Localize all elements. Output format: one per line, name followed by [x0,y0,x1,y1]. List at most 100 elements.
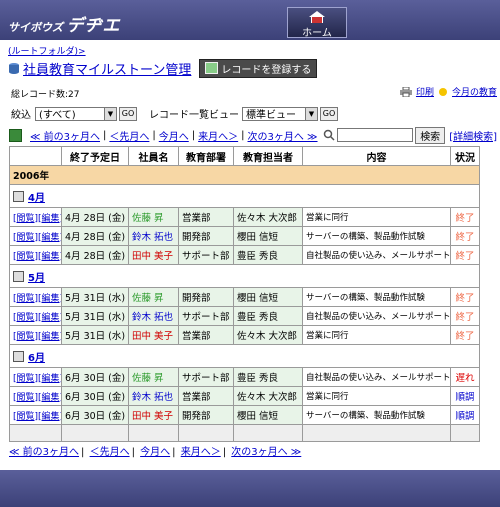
content-cell: サーバーの構築、製品動作試験 [302,405,451,425]
employee-name: 佐藤 昇 [132,373,164,384]
row-actions: [閲覧][編集] [9,306,62,326]
col-status[interactable]: 状況 [450,146,480,166]
due-date-cell: 4月 28日 (金) [61,207,129,227]
year-row: 2006年 [9,165,480,185]
table-row: [閲覧][編集] 5月 31日 (水) 鈴木 拓也 サポート部 豊臣 秀良 自社製品の使い… [9,306,480,326]
nav-prev3[interactable]: ≪ 前の3ヶ月へ [30,128,100,143]
edit-link[interactable]: [編集] [38,393,60,403]
row-actions: [閲覧][編集] [9,207,62,227]
employee-name: 田中 美子 [132,411,174,422]
view-link[interactable]: [閲覧] [13,233,38,243]
content-cell: 営業に同行 [302,325,451,345]
status-badge: 終了 [450,207,480,227]
month-label[interactable]: 5月 [28,273,45,284]
filter-select[interactable]: (すべて) ▼ [35,106,117,121]
due-date-cell: 5月 31日 (水) [61,325,129,345]
view-link[interactable]: [閲覧] [13,412,38,422]
print-link[interactable]: 印刷 [416,85,434,98]
edit-link[interactable]: [編集] [38,412,60,422]
database-icon [9,62,19,74]
table-row: [閲覧][編集] 5月 31日 (水) 佐藤 昇 開発部 櫻田 信短 サーバーの構築、製品… [9,287,480,307]
bottom-nav-next3[interactable]: 次の3ヶ月へ ≫ [231,447,301,458]
today-link[interactable]: 今月の教育 [452,85,497,98]
blank-cell [178,424,234,442]
due-date-cell: 6月 30日 (金) [61,386,129,406]
breadcrumb[interactable]: (ルートフォルダ)> [8,44,86,57]
col-due[interactable]: 終了予定日 [61,146,129,166]
employee-name: 佐藤 昇 [132,293,164,304]
nav-next3[interactable]: 次の3ヶ月へ ≫ [248,128,318,143]
view-link[interactable]: [閲覧] [13,214,38,224]
employee-name-cell: 佐藤 昇 [128,287,179,307]
filter-go-button[interactable]: GO [119,106,137,121]
col-actions [9,146,62,166]
edit-link[interactable]: [編集] [38,252,60,262]
logo-small-text: サイボウズ [8,21,63,34]
content-cell: 自社製品の使い込み、メールサポート [302,245,451,265]
col-dept[interactable]: 教育部署 [178,146,234,166]
record-count: 総レコード数:27 [11,90,80,100]
register-record-button[interactable]: レコードを登録する [199,58,318,78]
view-link[interactable]: [閲覧] [13,393,38,403]
col-owner[interactable]: 教育担当者 [233,146,303,166]
blank-cell [128,424,179,442]
month-toggle-icon[interactable] [13,350,24,362]
month-toggle-icon[interactable] [13,190,24,202]
view-link[interactable]: [閲覧] [13,252,38,262]
search-input[interactable] [337,128,414,142]
edit-link[interactable]: [編集] [38,332,60,342]
search-button[interactable]: 検索 [415,126,446,144]
month-label[interactable]: 4月 [28,193,45,204]
view-select[interactable]: 標準ビュー ▼ [242,106,318,121]
month-cell: 5月 [9,264,480,288]
edit-link[interactable]: [編集] [38,233,60,243]
blank-cell [302,424,451,442]
view-go-button[interactable]: GO [320,106,338,121]
dept-cell: 営業部 [178,325,234,345]
printer-icon [399,86,412,97]
bottom-nav-prev[interactable]: ＜先月へ [90,447,130,458]
view-link[interactable]: [閲覧] [13,294,38,304]
dept-cell: 開発部 [178,405,234,425]
row-actions: [閲覧][編集] [9,226,62,246]
owner-cell: 佐々木 大次郎 [233,386,303,406]
col-content[interactable]: 内容 [302,146,451,166]
view-link[interactable]: [閲覧] [13,374,38,384]
view-link[interactable]: [閲覧] [13,313,38,323]
table-row: [閲覧][編集] 4月 28日 (金) 鈴木 拓也 開発部 櫻田 信短 サーバーの構築、製… [9,226,480,246]
edit-link[interactable]: [編集] [38,374,60,384]
owner-cell: 豊臣 秀良 [233,367,303,387]
month-row: 4月 [9,184,480,208]
title-row: 社員教育マイルストーン管理 レコードを登録する [8,58,318,78]
employee-name-cell: 佐藤 昇 [128,367,179,387]
edit-link[interactable]: [編集] [38,214,60,224]
nav-next[interactable]: 来月へ＞ [198,128,238,143]
advanced-search-link[interactable]: [詳細検索] [449,128,497,143]
owner-cell: 櫻田 信短 [233,226,303,246]
due-date-cell: 5月 31日 (水) [61,306,129,326]
add-record-icon[interactable] [9,128,22,142]
edit-link[interactable]: [編集] [38,294,60,304]
bottom-nav-next[interactable]: 来月へ＞ [181,447,221,458]
page-title[interactable]: 社員教育マイルストーン管理 [23,59,191,78]
dept-cell: 営業部 [178,386,234,406]
view-link[interactable]: [閲覧] [13,332,38,342]
month-toggle-icon[interactable] [13,270,24,282]
employee-name: 田中 美子 [132,251,174,262]
nav-this[interactable]: 今月へ [159,128,189,143]
month-cell: 6月 [9,344,480,368]
nav-prev[interactable]: ＜先月へ [109,128,149,143]
month-row: 5月 [9,264,480,288]
month-label[interactable]: 6月 [28,353,45,364]
employee-name: 鈴木 拓也 [132,392,174,403]
employee-name-cell: 鈴木 拓也 [128,306,179,326]
bottom-nav-prev3[interactable]: ≪ 前の3ヶ月へ [9,447,79,458]
due-date-cell: 5月 31日 (水) [61,287,129,307]
bottom-nav-this[interactable]: 今月へ [140,447,170,458]
blank-cell [233,424,303,442]
dept-cell: サポート部 [178,306,234,326]
status-badge: 順調 [450,386,480,406]
edit-link[interactable]: [編集] [38,313,60,323]
home-button[interactable]: ホーム [287,7,347,39]
col-name[interactable]: 社員名 [128,146,179,166]
